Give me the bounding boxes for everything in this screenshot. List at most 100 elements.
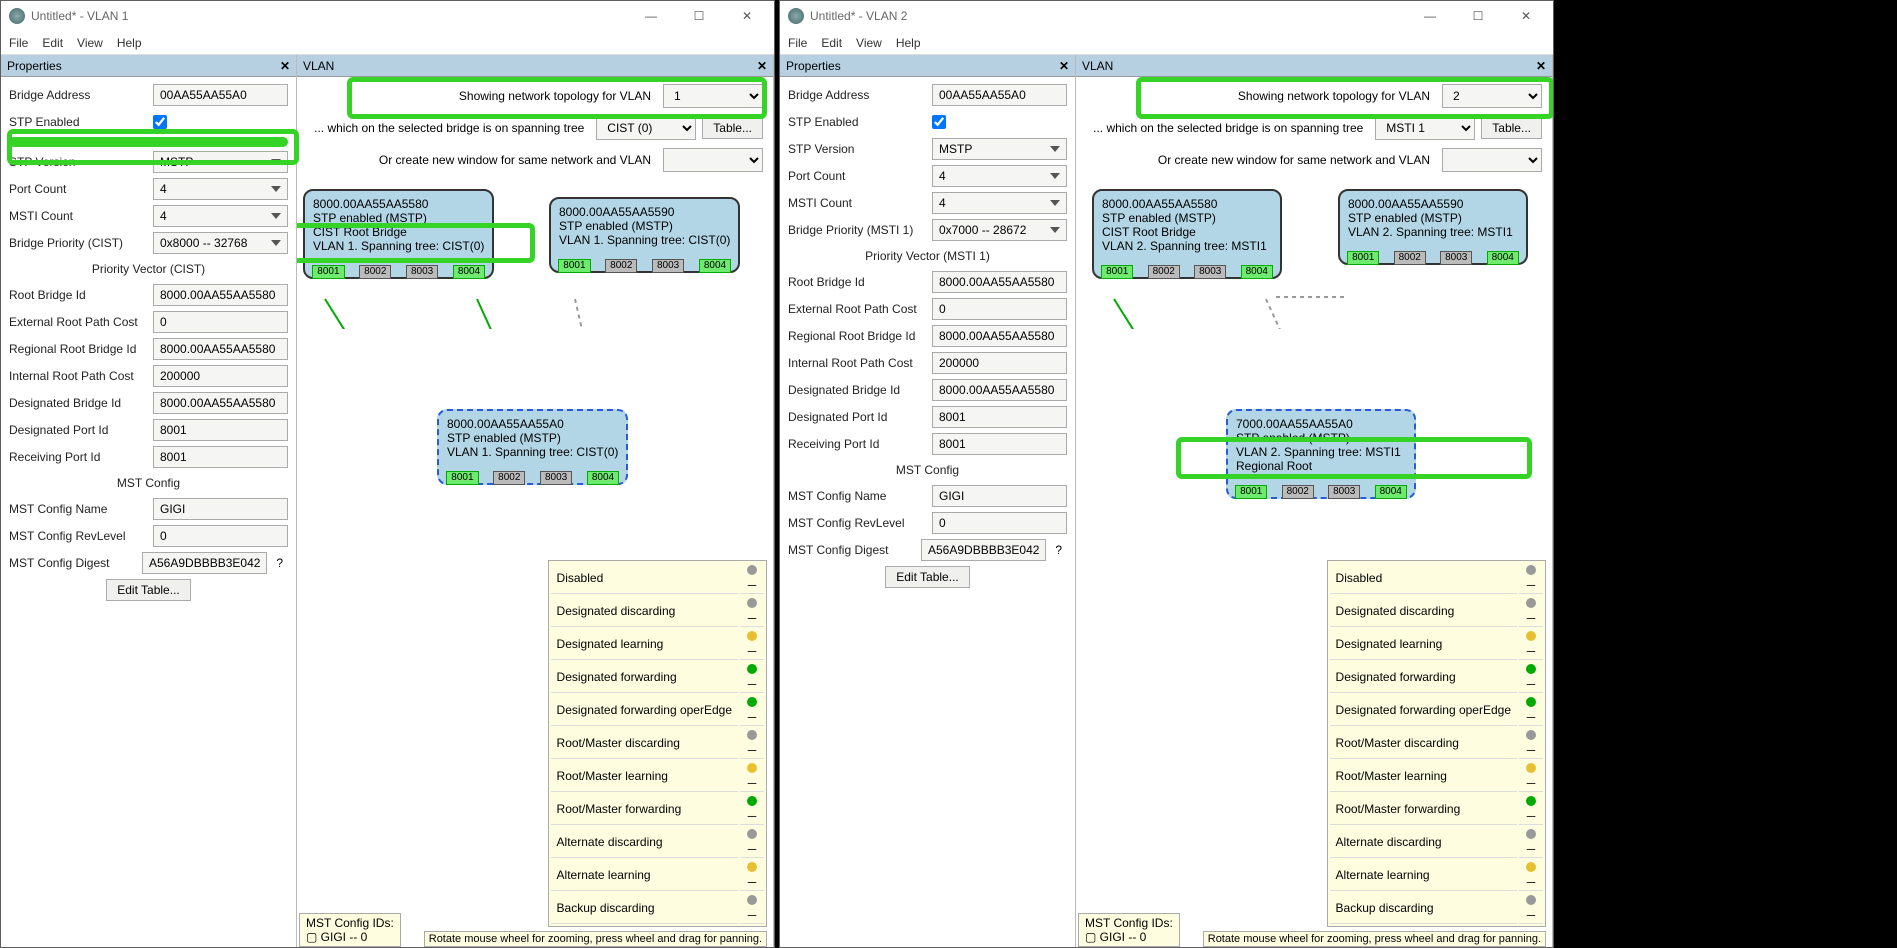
port[interactable]: 8001 xyxy=(446,471,478,485)
port[interactable]: 8003 xyxy=(1194,265,1226,279)
root-bridge-id-field[interactable]: 8000.00AA55AA5580 xyxy=(932,271,1067,293)
port[interactable]: 8004 xyxy=(453,265,485,279)
port[interactable]: 8004 xyxy=(1241,265,1273,279)
msti-count-select[interactable]: 4 xyxy=(932,192,1067,214)
port[interactable]: 8002 xyxy=(1394,251,1426,265)
port[interactable]: 8002 xyxy=(605,259,637,273)
properties-close-icon[interactable]: ✕ xyxy=(280,59,290,73)
topology-vlan-select[interactable]: 1 xyxy=(663,84,763,108)
mst-rev-field[interactable]: 0 xyxy=(932,512,1067,534)
stp-enabled-checkbox[interactable] xyxy=(153,115,167,129)
desig-port-field[interactable]: 8001 xyxy=(932,406,1067,428)
bridge-priority-label: Bridge Priority (MSTI 1) xyxy=(788,223,928,237)
maximize-button[interactable]: ☐ xyxy=(684,9,714,23)
port[interactable]: 8002 xyxy=(1148,265,1180,279)
mst-name-field[interactable]: GIGI xyxy=(153,498,288,520)
desig-port-field[interactable]: 8001 xyxy=(153,419,288,441)
vlan-close-icon[interactable]: ✕ xyxy=(757,59,767,73)
bridge-node-3[interactable]: 7000.00AA55AA55A0 STP enabled (MSTP) VLA… xyxy=(1226,409,1416,499)
reg-root-field[interactable]: 8000.00AA55AA5580 xyxy=(153,338,288,360)
edit-table-button[interactable]: Edit Table... xyxy=(106,579,190,601)
port[interactable]: 8002 xyxy=(493,471,525,485)
int-cost-field[interactable]: 200000 xyxy=(932,352,1067,374)
bridge-node-3[interactable]: 8000.00AA55AA55A0 STP enabled (MSTP) VLA… xyxy=(437,409,628,485)
port-count-select[interactable]: 4 xyxy=(153,178,288,200)
digest-help-icon[interactable]: ? xyxy=(1050,543,1067,557)
newwin-select[interactable] xyxy=(1442,148,1542,172)
bridge-node-2[interactable]: 8000.00AA55AA5590 STP enabled (MSTP) VLA… xyxy=(549,197,740,273)
stp-version-select[interactable]: MSTP xyxy=(153,151,288,173)
port[interactable]: 8001 xyxy=(312,265,344,279)
bridge-node-1[interactable]: 8000.00AA55AA5580 STP enabled (MSTP) CIS… xyxy=(303,189,494,279)
digest-help-icon[interactable]: ? xyxy=(271,556,288,570)
port[interactable]: 8004 xyxy=(699,259,731,273)
port-count-select[interactable]: 4 xyxy=(932,165,1067,187)
minimize-button[interactable]: — xyxy=(1415,9,1445,23)
desig-bridge-field[interactable]: 8000.00AA55AA5580 xyxy=(153,392,288,414)
titlebar[interactable]: Untitled* - VLAN 1 — ☐ ✕ xyxy=(1,1,774,31)
mst-rev-field[interactable]: 0 xyxy=(153,525,288,547)
bridge-address-field[interactable]: 00AA55AA55A0 xyxy=(153,84,288,106)
ext-cost-field[interactable]: 0 xyxy=(932,298,1067,320)
port[interactable]: 8001 xyxy=(558,259,590,273)
spanning-select[interactable]: CIST (0) xyxy=(596,116,696,140)
desig-bridge-field[interactable]: 8000.00AA55AA5580 xyxy=(932,379,1067,401)
port[interactable]: 8004 xyxy=(587,471,619,485)
spanning-select[interactable]: MSTI 1 xyxy=(1375,116,1475,140)
int-cost-field[interactable]: 200000 xyxy=(153,365,288,387)
port[interactable]: 8002 xyxy=(359,265,391,279)
menu-help[interactable]: Help xyxy=(117,36,142,50)
mst-digest-field[interactable]: A56A9DBBBB3E042 xyxy=(142,552,267,574)
legend-swatch: ─ xyxy=(1519,629,1543,660)
topology-vlan-select[interactable]: 2 xyxy=(1442,84,1542,108)
bridge-node-2[interactable]: 8000.00AA55AA5590 STP enabled (MSTP) VLA… xyxy=(1338,189,1528,265)
close-button[interactable]: ✕ xyxy=(732,9,762,23)
bridge-priority-select[interactable]: 0x8000 -- 32768 xyxy=(153,232,288,254)
menu-file[interactable]: File xyxy=(9,36,28,50)
bridge-priority-select[interactable]: 0x7000 -- 28672 xyxy=(932,219,1067,241)
recv-port-field[interactable]: 8001 xyxy=(932,433,1067,455)
close-button[interactable]: ✕ xyxy=(1511,9,1541,23)
menu-view[interactable]: View xyxy=(856,36,882,50)
port[interactable]: 8001 xyxy=(1347,251,1379,265)
port[interactable]: 8003 xyxy=(652,259,684,273)
topology-canvas[interactable]: 8000.00AA55AA5580 STP enabled (MSTP) CIS… xyxy=(1076,179,1552,947)
mst-digest-field[interactable]: A56A9DBBBB3E042 xyxy=(921,539,1046,561)
menu-view[interactable]: View xyxy=(77,36,103,50)
maximize-button[interactable]: ☐ xyxy=(1463,9,1493,23)
recv-port-field[interactable]: 8001 xyxy=(153,446,288,468)
table-button[interactable]: Table... xyxy=(702,117,763,139)
ext-cost-field[interactable]: 0 xyxy=(153,311,288,333)
bridge-address-field[interactable]: 00AA55AA55A0 xyxy=(932,84,1067,106)
port[interactable]: 8001 xyxy=(1235,485,1267,499)
newwin-select[interactable] xyxy=(663,148,763,172)
port[interactable]: 8001 xyxy=(1101,265,1133,279)
table-button[interactable]: Table... xyxy=(1481,117,1542,139)
legend-label: Root/Master forwarding xyxy=(1330,794,1517,825)
stp-version-select[interactable]: MSTP xyxy=(932,138,1067,160)
stp-enabled-checkbox[interactable] xyxy=(932,115,946,129)
titlebar[interactable]: Untitled* - VLAN 2 — ☐ ✕ xyxy=(780,1,1553,31)
bridge-node-1[interactable]: 8000.00AA55AA5580 STP enabled (MSTP) CIS… xyxy=(1092,189,1282,279)
port[interactable]: 8003 xyxy=(406,265,438,279)
port[interactable]: 8004 xyxy=(1487,251,1519,265)
reg-root-field[interactable]: 8000.00AA55AA5580 xyxy=(932,325,1067,347)
port[interactable]: 8003 xyxy=(1440,251,1472,265)
menu-help[interactable]: Help xyxy=(896,36,921,50)
port[interactable]: 8003 xyxy=(540,471,572,485)
properties-close-icon[interactable]: ✕ xyxy=(1059,59,1069,73)
port[interactable]: 8004 xyxy=(1375,485,1407,499)
topology-canvas[interactable]: 8000.00AA55AA5580 STP enabled (MSTP) CIS… xyxy=(297,179,773,947)
minimize-button[interactable]: — xyxy=(636,9,666,23)
port[interactable]: 8003 xyxy=(1328,485,1360,499)
edit-table-button[interactable]: Edit Table... xyxy=(885,566,969,588)
mst-name-field[interactable]: GIGI xyxy=(932,485,1067,507)
menu-edit[interactable]: Edit xyxy=(42,36,63,50)
msti-count-select[interactable]: 4 xyxy=(153,205,288,227)
root-bridge-id-field[interactable]: 8000.00AA55AA5580 xyxy=(153,284,288,306)
port[interactable]: 8002 xyxy=(1282,485,1314,499)
menu-edit[interactable]: Edit xyxy=(821,36,842,50)
vlan-panel: VLAN✕ Showing network topology for VLAN2… xyxy=(1076,55,1553,947)
vlan-close-icon[interactable]: ✕ xyxy=(1536,59,1546,73)
menu-file[interactable]: File xyxy=(788,36,807,50)
